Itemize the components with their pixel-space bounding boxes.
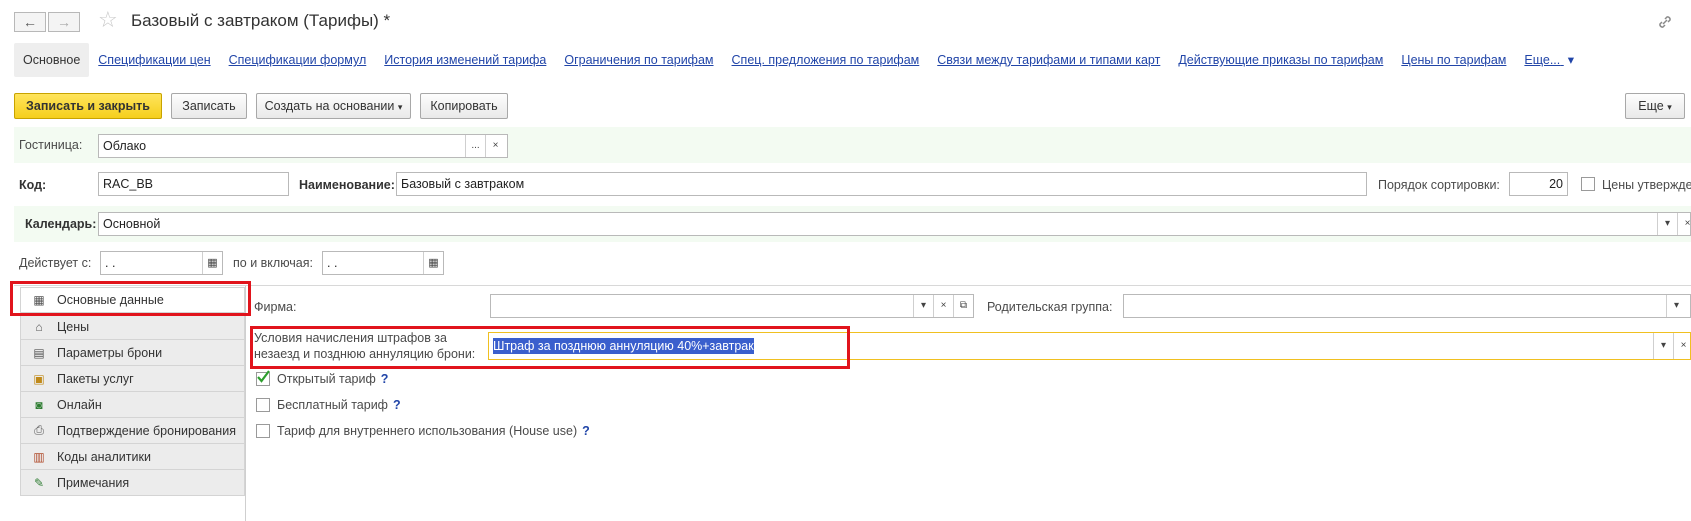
tab-tariff-prices[interactable]: Цены по тарифам	[1392, 43, 1515, 77]
dropdown-arrow-icon[interactable]: ▾	[1666, 295, 1686, 317]
forward-button[interactable]: →	[48, 12, 80, 32]
chart-icon: ▥	[33, 449, 45, 464]
sidebar-item-label: Онлайн	[57, 397, 102, 412]
open-tariff-label: Открытый тариф?	[277, 372, 389, 386]
code-field[interactable]: RAC_BB	[98, 172, 289, 196]
sidebar-item-notes[interactable]: ✎ Примечания	[20, 470, 245, 496]
sidebar-item-online[interactable]: ◙ Онлайн	[20, 392, 245, 418]
sidebar-divider	[245, 286, 246, 521]
printer-icon: ⎙	[34, 423, 44, 437]
prices-approved-label: Цены утвержде	[1602, 178, 1691, 192]
tab-price-specs[interactable]: Спецификации цен	[89, 43, 219, 77]
sidebar-item-label: Параметры брони	[57, 345, 163, 360]
name-field[interactable]: Базовый с завтраком	[396, 172, 1367, 196]
valid-from-field[interactable]: . . ▦	[100, 251, 223, 275]
name-label: Наименование:	[299, 178, 395, 192]
create-based-on-button[interactable]: Создать на основании ▾	[256, 93, 411, 119]
sidebar-item-label: Примечания	[57, 475, 130, 490]
calendar-label: Календарь:	[25, 217, 97, 231]
code-label: Код:	[19, 178, 47, 192]
more-button[interactable]: Еще ▾	[1625, 93, 1685, 119]
document-icon: ▤	[33, 345, 45, 360]
online-icon: ◙	[35, 397, 43, 412]
tab-more[interactable]: Еще... ▾	[1515, 43, 1583, 77]
house-use-checkbox[interactable]	[256, 424, 270, 438]
tab-tariff-restrictions[interactable]: Ограничения по тарифам	[555, 43, 722, 77]
save-and-close-button[interactable]: Записать и закрыть	[14, 93, 162, 119]
divider	[14, 285, 1691, 286]
link-icon[interactable]	[1657, 14, 1673, 33]
help-icon[interactable]: ?	[393, 398, 401, 412]
open-tariff-checkbox[interactable]	[256, 370, 270, 386]
sidebar-item-label: Подтверждение бронирования	[57, 423, 236, 438]
tab-tariff-card-links[interactable]: Связи между тарифами и типами карт	[928, 43, 1169, 77]
sort-order-label: Порядок сортировки:	[1378, 178, 1500, 192]
form-tabs: Основное Спецификации цен Спецификации ф…	[14, 43, 1583, 77]
sidebar-item-analytics-codes[interactable]: ▥ Коды аналитики	[20, 444, 245, 470]
page-title: Базовый с завтраком (Тарифы) *	[131, 11, 391, 30]
sidebar-item-label: Цены	[57, 319, 90, 334]
prices-icon: ⌂	[35, 319, 43, 334]
chevron-down-icon: ▾	[1567, 53, 1575, 67]
forward-arrow-icon: →	[57, 14, 71, 30]
sidebar-item-booking-params[interactable]: ▤ Параметры брони	[20, 340, 245, 366]
highlight-box-penalty	[250, 326, 850, 369]
sidebar-item-label: Пакеты услуг	[57, 371, 134, 386]
tab-main[interactable]: Основное	[14, 43, 90, 77]
copy-button[interactable]: Копировать	[420, 93, 508, 119]
sidebar-item-service-packages[interactable]: ▣ Пакеты услуг	[20, 366, 245, 392]
clear-icon[interactable]: ×	[933, 295, 953, 317]
sidebar-item-prices[interactable]: ⌂ Цены	[20, 314, 245, 340]
dropdown-arrow-icon[interactable]: ▾	[913, 295, 933, 317]
valid-to-field[interactable]: . . ▦	[322, 251, 444, 275]
firm-field[interactable]: ▾ × ⧉	[490, 294, 974, 318]
tab-special-offers[interactable]: Спец. предложения по тарифам	[723, 43, 929, 77]
valid-from-label: Действует с:	[19, 256, 92, 270]
checkmark-icon	[257, 370, 270, 383]
prices-approved-checkbox[interactable]	[1581, 177, 1595, 191]
parent-group-field[interactable]: ▾	[1123, 294, 1691, 318]
hotel-label: Гостиница:	[19, 138, 83, 152]
sidebar-item-label: Коды аналитики	[57, 449, 151, 464]
pencil-icon: ✎	[33, 475, 45, 490]
free-tariff-checkbox[interactable]	[256, 398, 270, 412]
chevron-down-icon: ▾	[397, 102, 403, 112]
select-ellipsis-button[interactable]: ...	[465, 135, 485, 157]
highlight-box-main-data	[10, 281, 251, 316]
back-arrow-icon: ←	[23, 14, 37, 30]
hotel-field[interactable]: Облако ... ×	[98, 134, 508, 158]
valid-to-label: по и включая:	[233, 256, 313, 270]
dropdown-arrow-icon[interactable]: ▾	[1657, 213, 1677, 235]
sort-order-field[interactable]: 20	[1509, 172, 1568, 196]
sidebar-item-booking-confirmation[interactable]: ⎙ Подтверждение бронирования	[20, 418, 245, 444]
tab-active-orders[interactable]: Действующие приказы по тарифам	[1169, 43, 1392, 77]
firm-label: Фирма:	[254, 300, 297, 314]
favorite-star-icon[interactable]: ☆	[98, 7, 118, 33]
calendar-icon[interactable]: ▦	[423, 252, 443, 274]
calendar-icon[interactable]: ▦	[202, 252, 222, 274]
package-icon: ▣	[33, 371, 45, 386]
open-form-icon[interactable]: ⧉	[953, 295, 973, 317]
house-use-label: Тариф для внутреннего использования (Hou…	[277, 424, 590, 438]
clear-icon[interactable]: ×	[1677, 213, 1690, 235]
dropdown-arrow-icon[interactable]: ▾	[1653, 333, 1673, 359]
tab-tariff-history[interactable]: История изменений тарифа	[375, 43, 555, 77]
help-icon[interactable]: ?	[582, 424, 590, 438]
clear-icon[interactable]: ×	[485, 135, 505, 157]
save-button[interactable]: Записать	[171, 93, 247, 119]
chevron-down-icon: ▾	[1667, 102, 1672, 112]
tab-formula-specs[interactable]: Спецификации формул	[220, 43, 376, 77]
clear-icon[interactable]: ×	[1673, 333, 1690, 359]
calendar-field[interactable]: Основной ▾ ×	[98, 212, 1691, 236]
parent-group-label: Родительская группа:	[987, 300, 1113, 314]
free-tariff-label: Бесплатный тариф?	[277, 398, 401, 412]
back-button[interactable]: ←	[14, 12, 46, 32]
help-icon[interactable]: ?	[381, 372, 389, 386]
